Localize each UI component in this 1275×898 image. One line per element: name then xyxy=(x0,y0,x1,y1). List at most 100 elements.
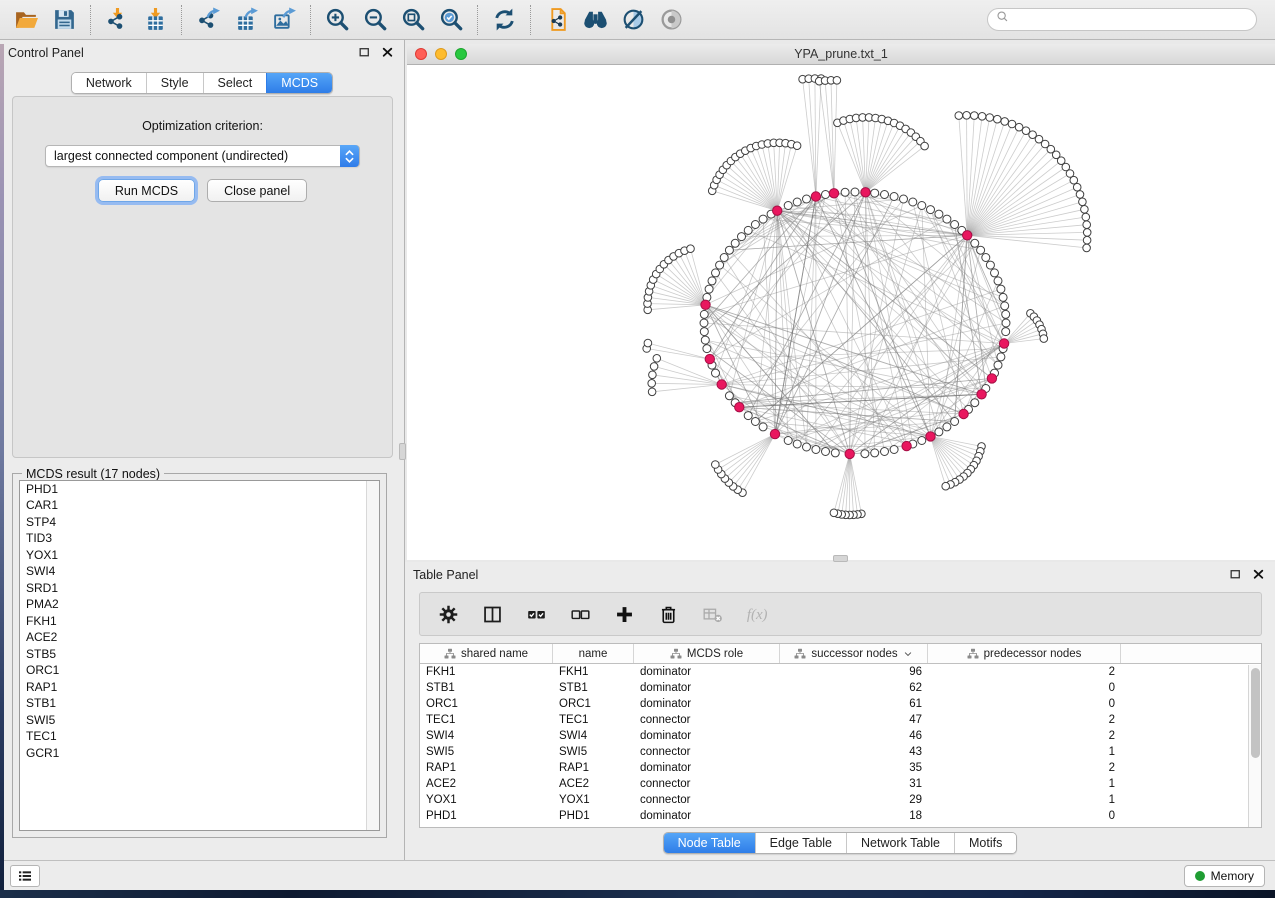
mcds-result-item[interactable]: ORC1 xyxy=(20,663,379,680)
column-header-shared-name[interactable]: shared name xyxy=(420,644,553,663)
cell-predecessor-nodes[interactable]: 0 xyxy=(928,681,1121,697)
tab-mcds[interactable]: MCDS xyxy=(266,73,332,93)
import-network-icon[interactable] xyxy=(103,6,131,34)
export-table-icon[interactable] xyxy=(232,6,260,34)
cell-name[interactable]: PHD1 xyxy=(553,809,634,825)
cell-successor-nodes[interactable]: 46 xyxy=(780,729,928,745)
table-scrollbar[interactable] xyxy=(1248,665,1261,827)
mcds-result-item[interactable]: ACE2 xyxy=(20,630,379,647)
network-canvas[interactable] xyxy=(407,65,1275,560)
table-row-SWI5[interactable]: SWI5SWI5connector431 xyxy=(420,745,1248,761)
tab-edge-table[interactable]: Edge Table xyxy=(755,833,846,853)
cell-successor-nodes[interactable]: 62 xyxy=(780,681,928,697)
tab-style[interactable]: Style xyxy=(146,73,203,93)
close-panel-button[interactable]: Close panel xyxy=(207,179,307,202)
cell-shared-name[interactable]: SWI5 xyxy=(420,745,553,761)
column-header-name[interactable]: name xyxy=(553,644,634,663)
table-row-ORC1[interactable]: ORC1ORC1dominator610 xyxy=(420,697,1248,713)
cell-predecessor-nodes[interactable]: 0 xyxy=(928,697,1121,713)
mcds-result-item[interactable]: STB5 xyxy=(20,646,379,663)
tab-select[interactable]: Select xyxy=(203,73,267,93)
mcds-result-item[interactable]: SWI4 xyxy=(20,564,379,581)
cell-predecessor-nodes[interactable]: 1 xyxy=(928,777,1121,793)
refresh-icon[interactable] xyxy=(490,6,518,34)
zoom-selected-icon[interactable] xyxy=(437,6,465,34)
mcds-list-scrollbar[interactable] xyxy=(366,481,379,830)
cell-shared-name[interactable]: SWI4 xyxy=(420,729,553,745)
column-header-successor-nodes[interactable]: successor nodes xyxy=(780,644,928,663)
cell-name[interactable]: SWI5 xyxy=(553,745,634,761)
search-input[interactable] xyxy=(1015,13,1248,27)
criterion-select[interactable]: largest connected component (undirected) xyxy=(45,145,360,167)
export-image-icon[interactable] xyxy=(270,6,298,34)
cell-successor-nodes[interactable]: 18 xyxy=(780,809,928,825)
mcds-result-item[interactable]: YOX1 xyxy=(20,547,379,564)
cell-predecessor-nodes[interactable]: 2 xyxy=(928,729,1121,745)
cell-predecessor-nodes[interactable]: 2 xyxy=(928,761,1121,777)
cell-shared-name[interactable]: STB1 xyxy=(420,681,553,697)
table-row-TEC1[interactable]: TEC1TEC1connector472 xyxy=(420,713,1248,729)
mcds-result-item[interactable]: GCR1 xyxy=(20,745,379,762)
cell-name[interactable]: STB1 xyxy=(553,681,634,697)
cell-successor-nodes[interactable]: 35 xyxy=(780,761,928,777)
cell-MCDS-role[interactable]: connector xyxy=(634,745,780,761)
cell-MCDS-role[interactable]: dominator xyxy=(634,809,780,825)
table-row-SWI4[interactable]: SWI4SWI4dominator462 xyxy=(420,729,1248,745)
import-table-icon[interactable] xyxy=(141,6,169,34)
table-row-ACE2[interactable]: ACE2ACE2connector311 xyxy=(420,777,1248,793)
mcds-result-item[interactable]: RAP1 xyxy=(20,679,379,696)
cell-MCDS-role[interactable]: connector xyxy=(634,793,780,809)
tab-motifs[interactable]: Motifs xyxy=(954,833,1016,853)
network-graph[interactable] xyxy=(407,65,1275,560)
share-document-icon[interactable] xyxy=(543,6,571,34)
cell-successor-nodes[interactable]: 29 xyxy=(780,793,928,809)
cell-predecessor-nodes[interactable]: 0 xyxy=(928,809,1121,825)
cell-successor-nodes[interactable]: 47 xyxy=(780,713,928,729)
mcds-result-item[interactable]: TEC1 xyxy=(20,729,379,746)
cell-MCDS-role[interactable]: dominator xyxy=(634,697,780,713)
table-row-FKH1[interactable]: FKH1FKH1dominator962 xyxy=(420,665,1248,681)
tab-network-table[interactable]: Network Table xyxy=(846,833,954,853)
mcds-result-item[interactable]: SWI5 xyxy=(20,712,379,729)
mcds-result-item[interactable]: STP4 xyxy=(20,514,379,531)
memory-button[interactable]: Memory xyxy=(1184,865,1265,887)
add-column-icon[interactable] xyxy=(612,602,636,626)
table-row-STB1[interactable]: STB1STB1dominator620 xyxy=(420,681,1248,697)
cell-predecessor-nodes[interactable]: 2 xyxy=(928,713,1121,729)
close-panel-icon[interactable] xyxy=(381,46,396,61)
column-header-MCDS-role[interactable]: MCDS role xyxy=(634,644,780,663)
sort-chevron-icon[interactable] xyxy=(903,649,913,659)
delete-column-icon[interactable] xyxy=(656,602,680,626)
cell-MCDS-role[interactable]: dominator xyxy=(634,681,780,697)
cell-successor-nodes[interactable]: 43 xyxy=(780,745,928,761)
float-table-panel-icon[interactable] xyxy=(1229,568,1244,583)
search-box[interactable] xyxy=(987,8,1257,31)
float-panel-icon[interactable] xyxy=(358,46,373,61)
mcds-result-item[interactable]: PMA2 xyxy=(20,597,379,614)
unselect-all-icon[interactable] xyxy=(568,602,592,626)
cell-name[interactable]: ACE2 xyxy=(553,777,634,793)
cell-name[interactable]: TEC1 xyxy=(553,713,634,729)
column-header-predecessor-nodes[interactable]: predecessor nodes xyxy=(928,644,1121,663)
cell-successor-nodes[interactable]: 96 xyxy=(780,665,928,681)
cell-MCDS-role[interactable]: dominator xyxy=(634,761,780,777)
table-row-PHD1[interactable]: PHD1PHD1dominator180 xyxy=(420,809,1248,825)
column-view-icon[interactable] xyxy=(480,602,504,626)
export-network-icon[interactable] xyxy=(194,6,222,34)
cell-successor-nodes[interactable]: 61 xyxy=(780,697,928,713)
hide-graphics-details-icon[interactable] xyxy=(619,6,647,34)
tab-network[interactable]: Network xyxy=(72,73,146,93)
cell-name[interactable]: RAP1 xyxy=(553,761,634,777)
open-file-icon[interactable] xyxy=(12,6,40,34)
cell-MCDS-role[interactable]: dominator xyxy=(634,665,780,681)
zoom-fit-icon[interactable] xyxy=(399,6,427,34)
vertical-splitter-grip[interactable] xyxy=(399,443,406,460)
cell-shared-name[interactable]: YOX1 xyxy=(420,793,553,809)
zoom-in-icon[interactable] xyxy=(323,6,351,34)
save-session-icon[interactable] xyxy=(50,6,78,34)
cell-name[interactable]: FKH1 xyxy=(553,665,634,681)
cell-shared-name[interactable]: FKH1 xyxy=(420,665,553,681)
cell-predecessor-nodes[interactable]: 2 xyxy=(928,665,1121,681)
cell-shared-name[interactable]: RAP1 xyxy=(420,761,553,777)
mcds-result-item[interactable]: SRD1 xyxy=(20,580,379,597)
